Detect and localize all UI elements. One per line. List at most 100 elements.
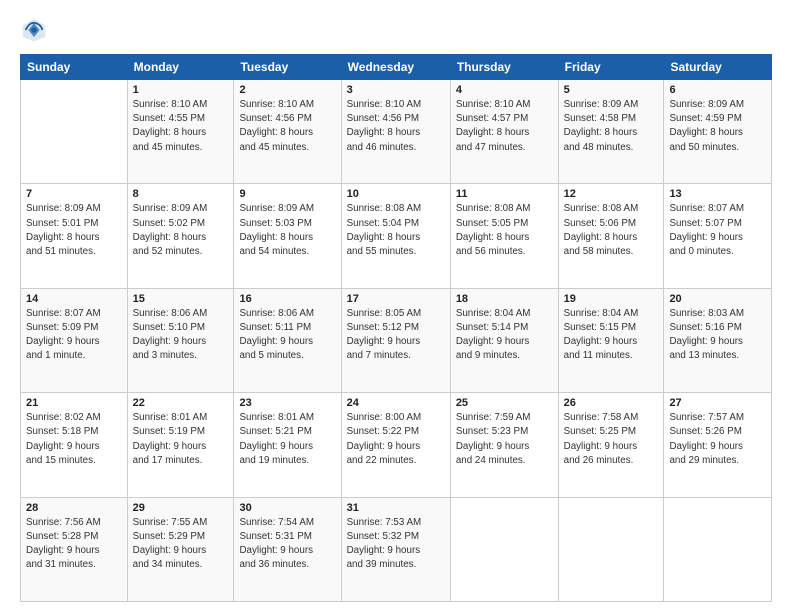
day-number: 10	[347, 188, 445, 200]
day-number: 24	[347, 397, 445, 409]
day-number: 27	[669, 397, 766, 409]
day-info: Sunrise: 8:05 AM Sunset: 5:12 PM Dayligh…	[347, 307, 445, 364]
calendar-body: 1Sunrise: 8:10 AM Sunset: 4:55 PM Daylig…	[21, 80, 772, 602]
week-row-4: 21Sunrise: 8:02 AM Sunset: 5:18 PM Dayli…	[21, 393, 772, 497]
day-info: Sunrise: 8:08 AM Sunset: 5:05 PM Dayligh…	[456, 202, 553, 259]
calendar-cell: 21Sunrise: 8:02 AM Sunset: 5:18 PM Dayli…	[21, 393, 128, 497]
day-info: Sunrise: 8:06 AM Sunset: 5:10 PM Dayligh…	[133, 307, 229, 364]
day-info: Sunrise: 7:56 AM Sunset: 5:28 PM Dayligh…	[26, 516, 122, 573]
calendar-cell: 18 Sunrise: 8:04 AM Sunset: 5:14 PM Dayli…	[450, 288, 558, 392]
week-row-3: 14 Sunrise: 8:07 AM Sunset: 5:09 PM Dayli…	[21, 288, 772, 392]
calendar-cell: 30 Sunrise: 7:54 AM Sunset: 5:31 PM Dayli…	[234, 497, 341, 601]
day-number: 25	[456, 397, 553, 409]
day-info: Sunrise: 8:04 AM Sunset: 5:14 PM Dayligh…	[456, 307, 553, 364]
day-info: Sunrise: 7:55 AM Sunset: 5:29 PM Dayligh…	[133, 516, 229, 573]
calendar-cell: 8 Sunrise: 8:09 AM Sunset: 5:02 PM Daylig…	[127, 184, 234, 288]
day-info: Sunrise: 8:09 AM Sunset: 5:01 PM Dayligh…	[26, 202, 122, 259]
day-info: Sunrise: 7:53 AM Sunset: 5:32 PM Dayligh…	[347, 516, 445, 573]
calendar-cell: 10 Sunrise: 8:08 AM Sunset: 5:04 PM Dayli…	[341, 184, 450, 288]
day-number: 28	[26, 502, 122, 514]
day-number: 26	[564, 397, 659, 409]
logo	[20, 16, 54, 44]
day-number: 30	[239, 502, 335, 514]
day-info: Sunrise: 8:08 AM Sunset: 5:06 PM Dayligh…	[564, 202, 659, 259]
day-number: 9	[239, 188, 335, 200]
day-info: Sunrise: 8:01 AM Sunset: 5:19 PM Dayligh…	[133, 411, 229, 468]
day-info: Sunrise: 7:58 AM Sunset: 5:25 PM Dayligh…	[564, 411, 659, 468]
day-info: Sunrise: 7:59 AM Sunset: 5:23 PM Dayligh…	[456, 411, 553, 468]
day-number: 23	[239, 397, 335, 409]
header-cell-sunday: Sunday	[21, 55, 128, 80]
day-info: Sunrise: 8:07 AM Sunset: 5:09 PM Dayligh…	[26, 307, 122, 364]
calendar-cell: 7 Sunrise: 8:09 AM Sunset: 5:01 PM Daylig…	[21, 184, 128, 288]
day-number: 17	[347, 293, 445, 305]
calendar-cell: 28 Sunrise: 7:56 AM Sunset: 5:28 PM Dayli…	[21, 497, 128, 601]
calendar-cell	[558, 497, 664, 601]
day-info: Sunrise: 8:10 AM Sunset: 4:56 PM Dayligh…	[239, 98, 335, 155]
header-cell-monday: Monday	[127, 55, 234, 80]
calendar-cell: 27 Sunrise: 7:57 AM Sunset: 5:26 PM Dayli…	[664, 393, 772, 497]
calendar-cell: 5 Sunrise: 8:09 AM Sunset: 4:58 PM Daylig…	[558, 80, 664, 184]
calendar-cell: 9 Sunrise: 8:09 AM Sunset: 5:03 PM Daylig…	[234, 184, 341, 288]
calendar-cell: 12 Sunrise: 8:08 AM Sunset: 5:06 PM Dayli…	[558, 184, 664, 288]
header-cell-saturday: Saturday	[664, 55, 772, 80]
day-number: 20	[669, 293, 766, 305]
day-number: 22	[133, 397, 229, 409]
calendar-cell: 25 Sunrise: 7:59 AM Sunset: 5:23 PM Dayli…	[450, 393, 558, 497]
day-info: Sunrise: 7:54 AM Sunset: 5:31 PM Dayligh…	[239, 516, 335, 573]
day-number: 8	[133, 188, 229, 200]
calendar-cell	[21, 80, 128, 184]
day-number: 31	[347, 502, 445, 514]
logo-icon	[20, 16, 48, 44]
header-cell-friday: Friday	[558, 55, 664, 80]
calendar-cell: 17 Sunrise: 8:05 AM Sunset: 5:12 PM Dayli…	[341, 288, 450, 392]
day-info: Sunrise: 8:09 AM Sunset: 5:03 PM Dayligh…	[239, 202, 335, 259]
day-number: 4	[456, 84, 553, 96]
header-cell-thursday: Thursday	[450, 55, 558, 80]
day-info: Sunrise: 8:03 AM Sunset: 5:16 PM Dayligh…	[669, 307, 766, 364]
calendar-cell: 4 Sunrise: 8:10 AM Sunset: 4:57 PM Daylig…	[450, 80, 558, 184]
week-row-1: 1Sunrise: 8:10 AM Sunset: 4:55 PM Daylig…	[21, 80, 772, 184]
day-info: Sunrise: 8:10 AM Sunset: 4:55 PM Dayligh…	[133, 98, 229, 155]
day-info: Sunrise: 8:09 AM Sunset: 4:58 PM Dayligh…	[564, 98, 659, 155]
week-row-2: 7 Sunrise: 8:09 AM Sunset: 5:01 PM Daylig…	[21, 184, 772, 288]
calendar-cell: 6Sunrise: 8:09 AM Sunset: 4:59 PM Daylig…	[664, 80, 772, 184]
day-info: Sunrise: 8:08 AM Sunset: 5:04 PM Dayligh…	[347, 202, 445, 259]
calendar-cell: 22 Sunrise: 8:01 AM Sunset: 5:19 PM Dayli…	[127, 393, 234, 497]
page: SundayMondayTuesdayWednesdayThursdayFrid…	[0, 0, 792, 612]
day-info: Sunrise: 8:02 AM Sunset: 5:18 PM Dayligh…	[26, 411, 122, 468]
calendar-cell: 16Sunrise: 8:06 AM Sunset: 5:11 PM Dayli…	[234, 288, 341, 392]
day-info: Sunrise: 7:57 AM Sunset: 5:26 PM Dayligh…	[669, 411, 766, 468]
calendar-cell: 29Sunrise: 7:55 AM Sunset: 5:29 PM Dayli…	[127, 497, 234, 601]
calendar-cell: 14 Sunrise: 8:07 AM Sunset: 5:09 PM Dayli…	[21, 288, 128, 392]
day-info: Sunrise: 8:07 AM Sunset: 5:07 PM Dayligh…	[669, 202, 766, 259]
day-number: 7	[26, 188, 122, 200]
calendar-cell: 2Sunrise: 8:10 AM Sunset: 4:56 PM Daylig…	[234, 80, 341, 184]
day-number: 15	[133, 293, 229, 305]
calendar-cell: 26 Sunrise: 7:58 AM Sunset: 5:25 PM Dayli…	[558, 393, 664, 497]
day-number: 11	[456, 188, 553, 200]
week-row-5: 28 Sunrise: 7:56 AM Sunset: 5:28 PM Dayli…	[21, 497, 772, 601]
day-number: 18	[456, 293, 553, 305]
day-number: 19	[564, 293, 659, 305]
calendar-cell: 13 Sunrise: 8:07 AM Sunset: 5:07 PM Dayli…	[664, 184, 772, 288]
day-number: 13	[669, 188, 766, 200]
calendar-cell: 20 Sunrise: 8:03 AM Sunset: 5:16 PM Dayli…	[664, 288, 772, 392]
calendar-cell: 31 Sunrise: 7:53 AM Sunset: 5:32 PM Dayli…	[341, 497, 450, 601]
calendar-cell: 1Sunrise: 8:10 AM Sunset: 4:55 PM Daylig…	[127, 80, 234, 184]
header	[20, 16, 772, 44]
day-number: 16	[239, 293, 335, 305]
calendar-table: SundayMondayTuesdayWednesdayThursdayFrid…	[20, 54, 772, 602]
header-cell-wednesday: Wednesday	[341, 55, 450, 80]
header-cell-tuesday: Tuesday	[234, 55, 341, 80]
calendar-cell	[450, 497, 558, 601]
day-number: 12	[564, 188, 659, 200]
day-number: 5	[564, 84, 659, 96]
calendar-cell: 15 Sunrise: 8:06 AM Sunset: 5:10 PM Dayli…	[127, 288, 234, 392]
day-info: Sunrise: 8:09 AM Sunset: 5:02 PM Dayligh…	[133, 202, 229, 259]
day-number: 14	[26, 293, 122, 305]
day-info: Sunrise: 8:10 AM Sunset: 4:57 PM Dayligh…	[456, 98, 553, 155]
header-row: SundayMondayTuesdayWednesdayThursdayFrid…	[21, 55, 772, 80]
calendar-cell: 24Sunrise: 8:00 AM Sunset: 5:22 PM Dayli…	[341, 393, 450, 497]
day-info: Sunrise: 8:09 AM Sunset: 4:59 PM Dayligh…	[669, 98, 766, 155]
